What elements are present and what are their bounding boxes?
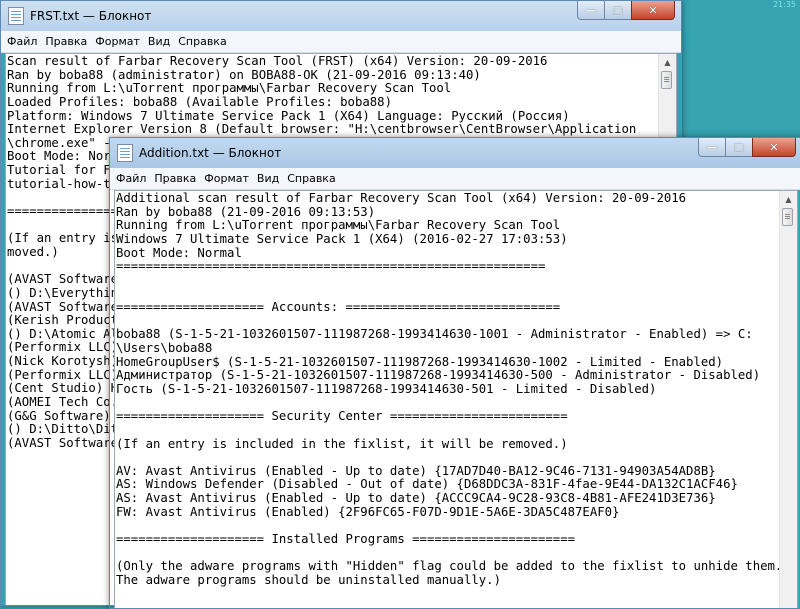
vertical-scrollbar[interactable]: ▲ <box>779 191 797 608</box>
title-bar[interactable]: Addition.txt — Блокнот — □ ✕ <box>110 138 800 168</box>
text-line: Running from L:\uTorrent программы\Farba… <box>7 81 452 96</box>
text-line: AV: Avast Antivirus (Enabled - Up to dat… <box>116 463 716 478</box>
minimize-icon: — <box>706 140 718 154</box>
minimize-button[interactable]: — <box>698 138 725 157</box>
scroll-thumb[interactable] <box>782 208 793 226</box>
title-bar[interactable]: FRST.txt — Блокнот — □ ✕ <box>1 1 681 31</box>
close-icon: ✕ <box>769 140 779 154</box>
menu-view[interactable]: Вид <box>253 172 283 185</box>
text-line <box>116 547 780 561</box>
system-clock: 21:35 <box>772 0 796 9</box>
menu-format[interactable]: Формат <box>200 172 253 185</box>
text-line: boba88 (S-1-5-21-1032601507-111987268-19… <box>116 327 753 342</box>
menu-edit[interactable]: Правка <box>41 35 91 48</box>
maximize-button[interactable]: □ <box>725 138 752 157</box>
document-text[interactable]: Additional scan result of Farbar Recover… <box>115 191 780 608</box>
text-line <box>116 287 780 301</box>
text-line: Гость (S-1-5-21-1032601507-111987268-199… <box>116 381 657 396</box>
menu-bar: Файл Правка Формат Вид Справка <box>110 168 800 190</box>
text-line: Running from L:\uTorrent программы\Farba… <box>116 218 561 233</box>
scroll-up-icon[interactable]: ▲ <box>780 191 797 207</box>
text-line: The adware programs should be uninstalle… <box>116 572 501 587</box>
text-line: Scan result of Farbar Recovery Scan Tool… <box>7 54 548 68</box>
text-line: AS: Avast Antivirus (Enabled - Up to dat… <box>116 491 716 506</box>
text-line <box>116 519 780 533</box>
menu-format[interactable]: Формат <box>91 35 144 48</box>
menu-edit[interactable]: Правка <box>150 172 200 185</box>
menu-help[interactable]: Справка <box>174 35 230 48</box>
text-line: ==================== Installed Programs … <box>116 532 576 547</box>
text-line: Windows 7 Ultimate Service Pack 1 (X64) … <box>116 231 568 246</box>
text-line: Ran by boba88 (administrator) on BOBA88-… <box>7 67 481 82</box>
menu-help[interactable]: Справка <box>283 172 339 185</box>
text-line: ==================== Security Center ===… <box>116 409 568 424</box>
text-line: HomeGroupUser$ (S-1-5-21-1032601507-1119… <box>116 354 724 369</box>
text-line: \Users\boba88 <box>116 341 213 356</box>
window-title: Addition.txt — Блокнот <box>139 146 282 160</box>
menu-file[interactable]: Файл <box>3 35 41 48</box>
close-icon: ✕ <box>648 3 658 17</box>
notepad-icon <box>8 7 24 25</box>
menu-bar: Файл Правка Формат Вид Справка <box>1 31 681 53</box>
scroll-up-icon[interactable]: ▲ <box>659 54 676 70</box>
text-line: FW: Avast Antivirus (Enabled) {2F96FC65-… <box>116 504 620 519</box>
text-line: Loaded Profiles: boba88 (Available Profi… <box>7 94 392 109</box>
notepad-icon <box>117 144 133 162</box>
text-line: Ran by boba88 (21-09-2016 09:13:53) <box>116 204 376 219</box>
window-title: FRST.txt — Блокнот <box>30 9 152 23</box>
notepad-window-addition[interactable]: Addition.txt — Блокнот — □ ✕ Файл Правка… <box>109 137 800 609</box>
menu-view[interactable]: Вид <box>144 35 174 48</box>
text-line <box>116 315 780 329</box>
close-button[interactable]: ✕ <box>631 1 675 20</box>
menu-file[interactable]: Файл <box>112 172 150 185</box>
text-line: (Only the adware programs with "Hidden" … <box>116 559 780 574</box>
text-line: Администратор (S-1-5-21-1032601507-11198… <box>116 368 761 383</box>
maximize-icon: □ <box>733 140 745 154</box>
minimize-button[interactable]: — <box>577 1 604 20</box>
text-line: ==================== Accounts: =========… <box>116 300 561 315</box>
window-controls: — □ ✕ <box>577 1 675 20</box>
text-line <box>116 424 780 438</box>
maximize-icon: □ <box>612 3 624 17</box>
text-line: Additional scan result of Farbar Recover… <box>116 191 687 205</box>
maximize-button[interactable]: □ <box>604 1 631 20</box>
window-controls: — □ ✕ <box>698 138 796 157</box>
text-line <box>116 274 780 288</box>
scroll-thumb[interactable] <box>661 71 672 89</box>
minimize-icon: — <box>585 3 597 17</box>
text-line: (If an entry is included in the fixlist,… <box>116 436 568 451</box>
text-line <box>116 451 780 465</box>
text-line: Internet Explorer Version 8 (Default bro… <box>7 122 637 137</box>
text-area[interactable]: Additional scan result of Farbar Recover… <box>114 190 798 608</box>
text-line <box>116 397 780 411</box>
text-line: Boot Mode: Normal <box>116 245 242 260</box>
text-line: AS: Windows Defender (Disabled - Out of … <box>116 477 738 492</box>
text-line: ========================================… <box>116 259 546 274</box>
close-button[interactable]: ✕ <box>752 138 796 157</box>
text-line: Platform: Windows 7 Ultimate Service Pac… <box>7 108 570 123</box>
